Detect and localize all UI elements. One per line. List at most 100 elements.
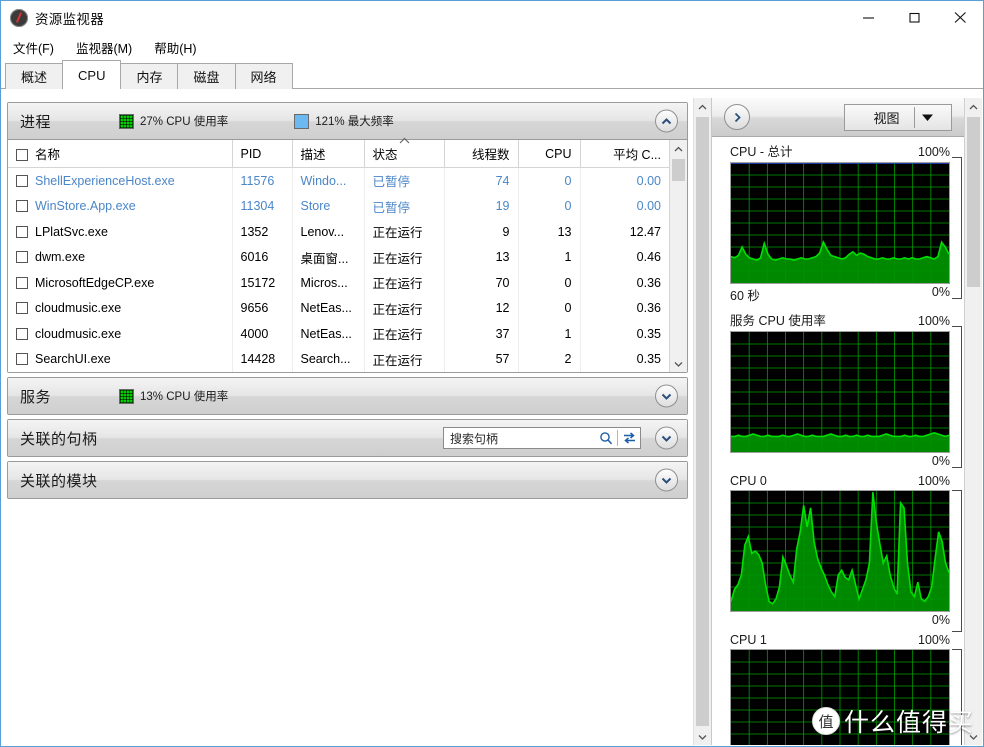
graph-pane: 视图 CPU - 总计 100% 60 秒 0% 服务 CPU 使用率 100%…: [711, 98, 964, 745]
graph-cpu-1-ymax: 100%: [918, 633, 950, 647]
table-row[interactable]: MicrosoftEdgeCP.exe 15172 Micros... 正在运行…: [8, 270, 669, 296]
cell-status: 正在运行: [364, 219, 445, 245]
tab-disk[interactable]: 磁盘: [177, 63, 236, 89]
handles-expand-button[interactable]: [655, 426, 678, 450]
close-button[interactable]: [937, 1, 983, 33]
chevron-right-circle-icon: [734, 112, 741, 122]
tab-cpu[interactable]: CPU: [62, 60, 122, 90]
cell-cpu: 1: [518, 321, 581, 347]
column-header-threads[interactable]: 线程数: [444, 140, 519, 168]
cell-status: 正在运行: [364, 270, 445, 296]
handle-search-input[interactable]: 搜索句柄: [444, 430, 595, 447]
cell-average-cpu: 12.47: [629, 224, 661, 239]
cell-description: NetEas...: [292, 321, 365, 347]
menu-item-monitor[interactable]: 监视器(M): [76, 38, 132, 57]
row-checkbox[interactable]: [16, 327, 28, 340]
view-dropdown-caret[interactable]: [915, 113, 941, 122]
table-row[interactable]: ShellExperienceHost.exe 11576 Windo... 已…: [8, 167, 669, 194]
cell-status: 正在运行: [364, 346, 445, 372]
minimize-button[interactable]: [845, 1, 891, 33]
cell-cpu: 0: [518, 295, 581, 321]
row-checkbox[interactable]: [16, 251, 28, 264]
services-expand-button[interactable]: [655, 384, 678, 408]
column-header-average-cpu[interactable]: 平均 C...: [580, 140, 669, 168]
tab-memory[interactable]: 内存: [120, 63, 179, 89]
graph-cpu-0-title: CPU 0: [730, 474, 767, 488]
row-checkbox[interactable]: [16, 174, 28, 187]
scroll-up-button[interactable]: [670, 140, 687, 157]
view-dropdown-button[interactable]: 视图: [844, 104, 952, 131]
graph-pane-scrollbar[interactable]: [964, 98, 982, 745]
services-panel: 服务 13% CPU 使用率: [7, 377, 688, 415]
left-scroll-thumb[interactable]: [696, 117, 709, 726]
cell-name: dwm.exe: [8, 244, 233, 270]
process-table-scrollbar[interactable]: [669, 140, 687, 372]
graph-cpu-0-plot: [731, 491, 949, 611]
left-scroll-up-button[interactable]: [694, 98, 711, 115]
cell-average-cpu: 0.35: [636, 326, 661, 341]
row-checkbox[interactable]: [16, 225, 28, 238]
window-title: 资源监视器: [35, 11, 104, 27]
modules-expand-button[interactable]: [655, 468, 678, 492]
cell-cpu: 0: [518, 193, 581, 219]
column-header-status[interactable]: 状态: [364, 137, 445, 168]
row-checkbox[interactable]: [16, 200, 28, 213]
cpu-usage-legend-label: 27% CPU 使用率: [140, 116, 229, 128]
graph-scroll-up-button[interactable]: [965, 98, 982, 115]
handle-search-box[interactable]: 搜索句柄: [443, 427, 641, 449]
scroll-down-button[interactable]: [670, 355, 687, 372]
graph-cpu-1-title: CPU 1: [730, 633, 767, 647]
tab-overview[interactable]: 概述: [5, 63, 64, 89]
graph-scroll-thumb[interactable]: [967, 117, 980, 287]
cell-description: Windo...: [292, 167, 365, 194]
column-header-cpu[interactable]: CPU: [518, 140, 581, 168]
row-checkbox[interactable]: [16, 353, 28, 366]
table-row[interactable]: LPlatSvc.exe 1352 Lenov... 正在运行 9 13 12.…: [8, 219, 669, 245]
graph-cpu-0: CPU 0 100% 0%: [712, 474, 964, 632]
processes-panel-header[interactable]: 进程 27% CPU 使用率 121% 最大频率: [8, 103, 687, 140]
graph-cpu-total-canvas: [730, 162, 950, 284]
resource-monitor-icon: [10, 8, 28, 27]
search-icon: [600, 432, 613, 445]
cell-name: LPlatSvc.exe: [8, 219, 233, 245]
graph-cpu-total-plot: [731, 163, 949, 283]
processes-collapse-button[interactable]: [655, 109, 678, 133]
cell-description: NetEas...: [292, 295, 365, 321]
left-pane-scrollbar[interactable]: [693, 98, 711, 745]
hide-graph-pane-button[interactable]: [724, 104, 750, 130]
modules-panel-header[interactable]: 关联的模块: [8, 462, 687, 498]
column-header-pid[interactable]: PID: [232, 140, 293, 168]
table-row[interactable]: WinStore.App.exe 11304 Store 已暂停 19 0 0.…: [8, 193, 669, 219]
chevron-down-icon: [661, 393, 672, 400]
chevron-up-icon: [674, 146, 683, 151]
table-row[interactable]: dwm.exe 6016 桌面窗... 正在运行 13 1 0.46: [8, 244, 669, 270]
scroll-thumb[interactable]: [672, 159, 685, 181]
chevron-down-icon: [969, 734, 978, 740]
column-header-name[interactable]: 名称: [8, 140, 233, 168]
refresh-search-button[interactable]: [618, 431, 640, 445]
column-header-description[interactable]: 描述: [292, 140, 365, 168]
select-all-checkbox[interactable]: [16, 149, 28, 161]
process-table-header-row: 名称 PID 描述 状态 线程数 CPU 平均 C...: [8, 137, 669, 168]
table-row[interactable]: SearchUI.exe 14428 Search... 正在运行 57 2 0…: [8, 346, 669, 372]
left-scroll-down-button[interactable]: [694, 728, 711, 745]
search-button[interactable]: [595, 431, 617, 445]
services-panel-header[interactable]: 服务 13% CPU 使用率: [8, 378, 687, 414]
cell-threads: 37: [444, 321, 519, 347]
graph-scroll-down-button[interactable]: [965, 728, 982, 745]
table-row[interactable]: cloudmusic.exe 9656 NetEas... 正在运行 12 0 …: [8, 295, 669, 321]
table-row[interactable]: cloudmusic.exe 4000 NetEas... 正在运行 37 1 …: [8, 321, 669, 347]
tab-network[interactable]: 网络: [234, 63, 293, 89]
cell-pid: 4000: [232, 321, 293, 347]
process-table-wrapper: 名称 PID 描述 状态 线程数 CPU 平均 C... ShellExperi…: [8, 137, 687, 372]
title-bar: 资源监视器: [1, 1, 983, 35]
menu-item-file[interactable]: 文件(F): [13, 38, 54, 57]
menu-item-help[interactable]: 帮助(H): [154, 38, 196, 57]
row-checkbox[interactable]: [16, 302, 28, 315]
handles-panel-header[interactable]: 关联的句柄 搜索句柄: [8, 420, 687, 456]
maximize-button[interactable]: [891, 1, 937, 33]
graph-cpu-0-ymin: 0%: [931, 613, 950, 627]
processes-panel: 进程 27% CPU 使用率 121% 最大频率 名称 PID 描述 状态 线程…: [7, 102, 688, 373]
caret-down-icon: [922, 114, 933, 121]
row-checkbox[interactable]: [16, 276, 28, 289]
